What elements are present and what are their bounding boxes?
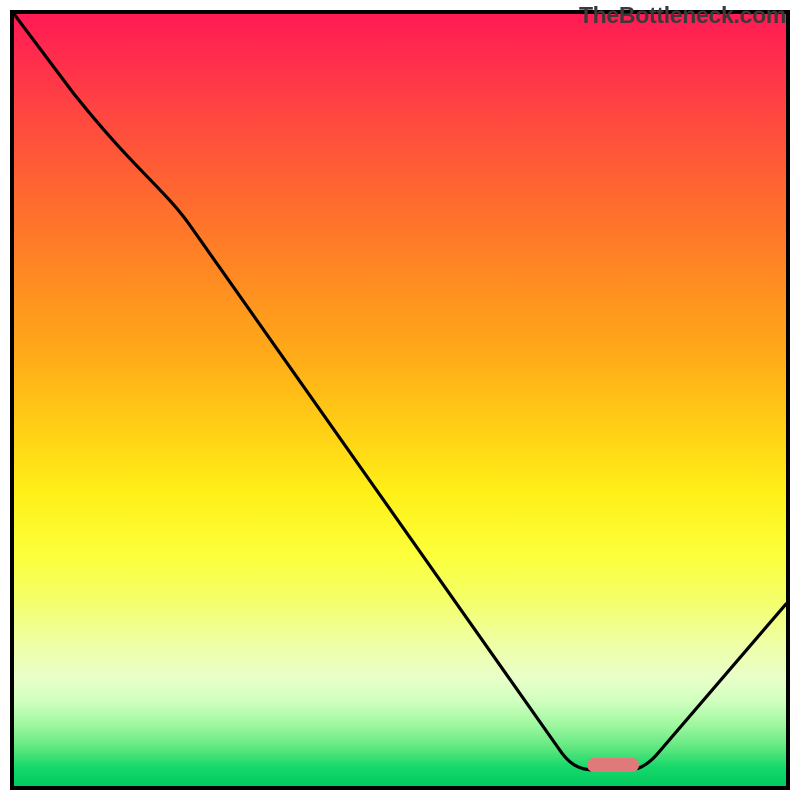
optimal-marker: [587, 758, 639, 772]
bottleneck-curve: [14, 14, 786, 786]
watermark-text: TheBottleneck.com: [579, 2, 786, 29]
chart-frame: [10, 10, 790, 790]
